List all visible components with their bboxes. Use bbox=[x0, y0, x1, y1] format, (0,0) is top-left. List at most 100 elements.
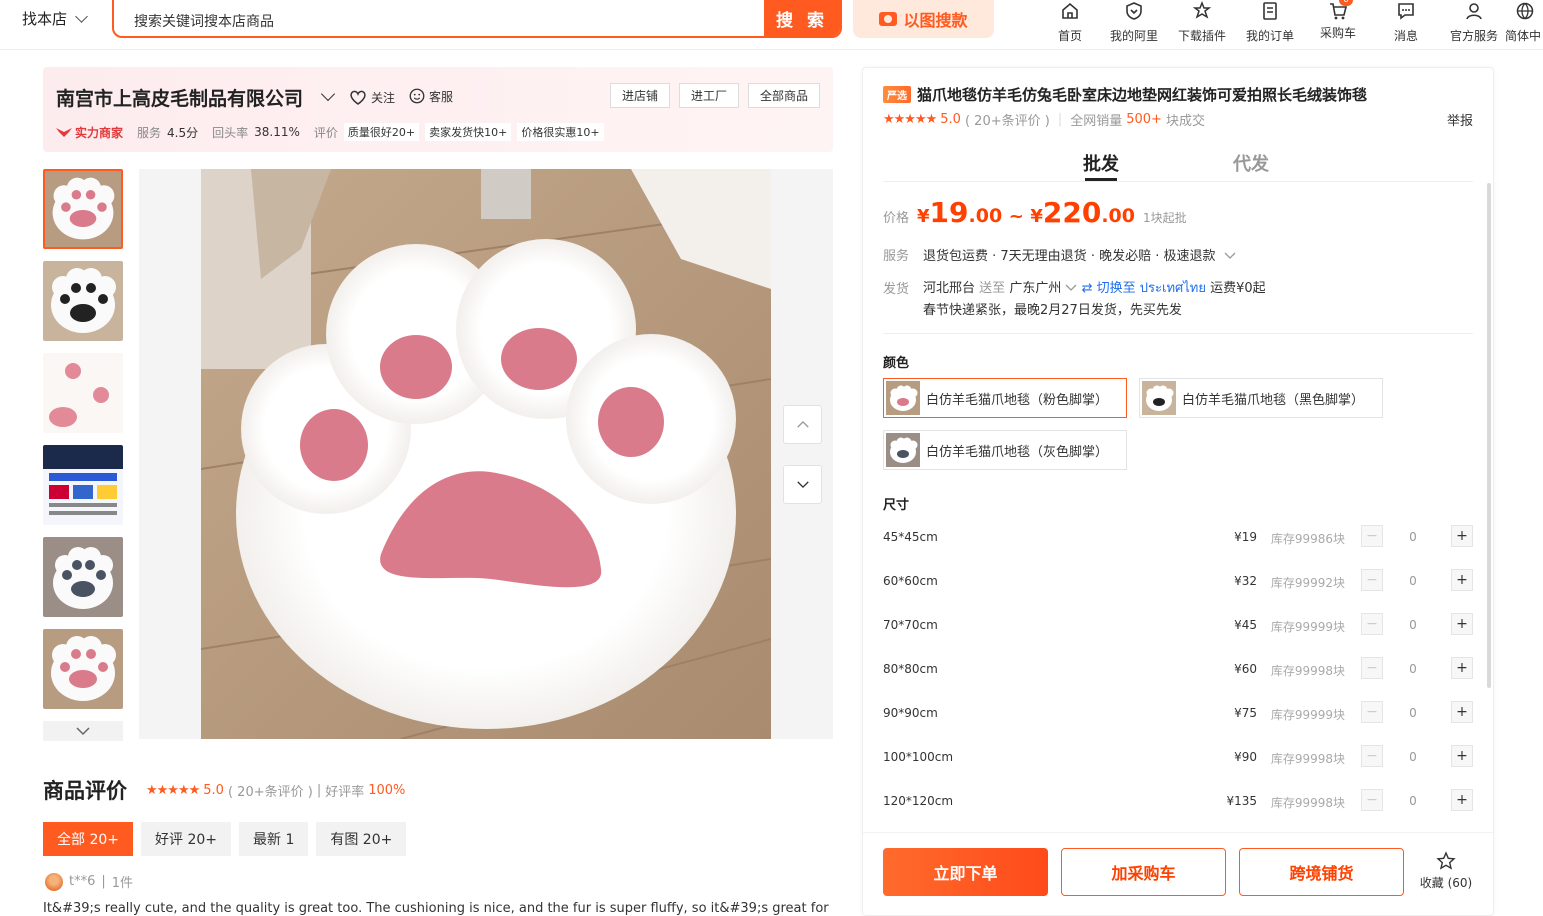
buy-now-button[interactable]: 立即下单 bbox=[883, 848, 1048, 896]
decrease-qty-button[interactable]: − bbox=[1361, 745, 1383, 767]
nav-cart[interactable]: 0 采购车 bbox=[1308, 0, 1368, 41]
nav-home[interactable]: 首页 bbox=[1040, 0, 1100, 44]
decrease-qty-button[interactable]: − bbox=[1361, 569, 1383, 591]
decrease-qty-button[interactable]: − bbox=[1361, 657, 1383, 679]
switch-region-link[interactable]: ⇄ 切换至 ประเทศไทย bbox=[1082, 281, 1206, 296]
decrease-qty-button[interactable]: − bbox=[1361, 613, 1383, 635]
panel-scrollbar[interactable] bbox=[1487, 183, 1491, 688]
customer-service-button[interactable]: 客服 bbox=[408, 87, 453, 105]
quantity-input[interactable]: 0 bbox=[1405, 794, 1421, 808]
ship-to-label: 送至 bbox=[979, 281, 1006, 296]
favorite-label: 收藏 (60) bbox=[1419, 876, 1473, 890]
home-icon bbox=[1062, 2, 1078, 19]
quantity-input[interactable]: 0 bbox=[1405, 574, 1421, 588]
quantity-input[interactable]: 0 bbox=[1405, 750, 1421, 764]
increase-qty-button[interactable]: + bbox=[1451, 789, 1473, 811]
nav-official-service[interactable]: 官方服务 bbox=[1444, 0, 1504, 44]
main-product-image[interactable] bbox=[201, 169, 771, 739]
service-score-label: 服务 bbox=[137, 125, 162, 140]
size-price: ¥32 bbox=[1234, 574, 1257, 588]
bottom-actions: 立即下单 加采购车 跨境铺货 收藏 (60) bbox=[863, 832, 1493, 915]
report-link[interactable]: 举报 bbox=[1447, 110, 1473, 129]
review-username: t**6 bbox=[69, 874, 96, 889]
increase-qty-button[interactable]: + bbox=[1451, 657, 1473, 679]
decrease-qty-button[interactable]: − bbox=[1361, 701, 1383, 723]
review-tab-good[interactable]: 好评 20+ bbox=[141, 822, 231, 856]
size-name: 45*45cm bbox=[883, 530, 938, 544]
search-button[interactable]: 搜 索 bbox=[764, 0, 840, 36]
color-option-black[interactable]: 白仿羊毛猫爪地毯（黑色脚掌） bbox=[1139, 378, 1383, 418]
nav-messages[interactable]: 消息 bbox=[1376, 0, 1436, 44]
decrease-qty-button[interactable]: − bbox=[1361, 789, 1383, 811]
all-products-button[interactable]: 全部商品 bbox=[747, 83, 820, 108]
chevron-down-icon bbox=[1066, 284, 1077, 291]
product-photo bbox=[201, 169, 771, 739]
quantity-input[interactable]: 0 bbox=[1405, 662, 1421, 676]
thumbnail-black-paw[interactable] bbox=[43, 261, 123, 341]
size-price: ¥19 bbox=[1234, 530, 1257, 544]
enter-factory-button[interactable]: 进工厂 bbox=[678, 83, 739, 108]
cross-border-button[interactable]: 跨境铺货 bbox=[1239, 848, 1404, 896]
color-option-grey[interactable]: 白仿羊毛猫爪地毯（灰色脚掌） bbox=[883, 430, 1127, 470]
size-stock: 库存99992块 bbox=[1270, 576, 1345, 590]
shipping-row: 发货 河北邢台 送至 广东广州 ⇄ 切换至 ประเทศไทย 运费¥0起 春节… bbox=[883, 278, 1266, 322]
search-input[interactable]: 搜索关键词搜本店商品 bbox=[114, 0, 764, 36]
heart-icon bbox=[350, 90, 366, 105]
chevron-up-icon bbox=[796, 420, 809, 428]
add-to-cart-button[interactable]: 加采购车 bbox=[1061, 848, 1226, 896]
color-option-pink[interactable]: 白仿羊毛猫爪地毯（粉色脚掌） bbox=[883, 378, 1127, 418]
thumbnail-pink-paw[interactable] bbox=[43, 169, 123, 249]
quantity-input[interactable]: 0 bbox=[1405, 618, 1421, 632]
size-price: ¥135 bbox=[1226, 794, 1257, 808]
tab-wholesale[interactable]: 批发 bbox=[1083, 150, 1119, 181]
image-next-button[interactable] bbox=[783, 465, 822, 504]
review-tab-with-images[interactable]: 有图 20+ bbox=[316, 822, 407, 856]
image-prev-button[interactable] bbox=[783, 405, 822, 444]
thumbnail-company-info[interactable] bbox=[43, 445, 123, 525]
increase-qty-button[interactable]: + bbox=[1451, 613, 1473, 635]
size-label: 尺寸 bbox=[883, 498, 910, 513]
enter-shop-button[interactable]: 进店铺 bbox=[609, 83, 670, 108]
shop-name[interactable]: 南宫市上高皮毛制品有限公司 bbox=[56, 84, 303, 111]
thumbnail-more-button[interactable] bbox=[43, 721, 123, 741]
image-search-button[interactable]: 以图搜款 bbox=[853, 0, 994, 38]
service-items-text: 退货包运费 · 7天无理由退货 · 晚发必赔 · 极速退款 bbox=[923, 249, 1216, 264]
decrease-qty-button[interactable]: − bbox=[1361, 525, 1383, 547]
color-option-label: 白仿羊毛猫爪地毯（黑色脚掌） bbox=[1182, 392, 1365, 408]
thumbnail-grey-paw[interactable] bbox=[43, 537, 123, 617]
thumbnail-pink-paw-2[interactable] bbox=[43, 629, 123, 709]
chevron-down-icon bbox=[796, 481, 809, 489]
increase-qty-button[interactable]: + bbox=[1451, 745, 1473, 767]
review-tab-latest[interactable]: 最新 1 bbox=[239, 822, 309, 856]
increase-qty-button[interactable]: + bbox=[1451, 525, 1473, 547]
nav-language[interactable]: 简体中 bbox=[1505, 0, 1543, 44]
search-scope-dropdown[interactable]: 找本店 bbox=[22, 8, 88, 29]
nav-orders[interactable]: 我的订单 bbox=[1240, 0, 1300, 44]
quantity-input[interactable]: 0 bbox=[1405, 530, 1421, 544]
shop-header: 南宫市上高皮毛制品有限公司 关注 客服 进店铺 进工厂 全部商品 实力商家 服务… bbox=[43, 67, 833, 152]
review-tab-all[interactable]: 全部 20+ bbox=[43, 822, 133, 856]
review-tabs: 全部 20+ 好评 20+ 最新 1 有图 20+ bbox=[43, 822, 407, 856]
search-scope-label: 找本店 bbox=[22, 10, 68, 28]
increase-qty-button[interactable]: + bbox=[1451, 701, 1473, 723]
message-icon bbox=[1398, 3, 1414, 20]
ship-to-selector[interactable]: 广东广州 bbox=[1009, 281, 1077, 296]
price-row: 价格 ¥19.00 ~ ¥220.00 1块起批 bbox=[883, 196, 1187, 229]
tab-dropship[interactable]: 代发 bbox=[1233, 150, 1269, 176]
favorite-button[interactable]: 收藏 (60) bbox=[1416, 851, 1476, 891]
nav-label: 官方服务 bbox=[1449, 29, 1498, 43]
nav-plugin[interactable]: 下载插件 bbox=[1172, 0, 1232, 44]
product-title: 严选 猫爪地毯仿羊毛仿兔毛卧室床边地垫网红装饰可爱拍照长毛绒装饰毯 bbox=[883, 84, 1367, 105]
size-stock: 库存99998块 bbox=[1270, 796, 1345, 810]
color-option-thumb bbox=[1142, 381, 1176, 415]
follow-button[interactable]: 关注 bbox=[348, 87, 395, 107]
increase-qty-button[interactable]: + bbox=[1451, 569, 1473, 591]
service-items[interactable]: 退货包运费 · 7天无理由退货 · 晚发必赔 · 极速退款 bbox=[923, 245, 1236, 264]
quantity-input[interactable]: 0 bbox=[1405, 706, 1421, 720]
product-review-count[interactable]: ( 20+条评价 ) bbox=[965, 110, 1050, 129]
size-stock: 库存99999块 bbox=[1270, 708, 1345, 722]
thumbnail-closeup[interactable] bbox=[43, 353, 123, 433]
chevron-down-icon[interactable] bbox=[320, 86, 336, 102]
nav-my-ali[interactable]: 我的阿里 bbox=[1104, 0, 1164, 44]
size-row: 90*90cm ¥75 库存99999块 − 0 + bbox=[883, 701, 1473, 725]
